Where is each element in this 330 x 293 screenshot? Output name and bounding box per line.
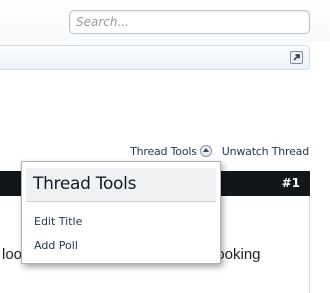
post-number[interactable]: #1 [282, 176, 300, 190]
thread-tools-button[interactable]: Thread Tools [130, 145, 212, 158]
menu-item-add-poll[interactable]: Add Poll [34, 239, 78, 252]
thread-tools-label: Thread Tools [130, 144, 197, 158]
search-input[interactable] [69, 10, 310, 34]
collapse-arrow-icon[interactable] [199, 145, 212, 157]
thread-tools-menu-header: Thread Tools [26, 168, 216, 202]
unwatch-thread-link[interactable]: Unwatch Thread [222, 145, 309, 158]
thread-tools-menu-title: Thread Tools [33, 174, 137, 194]
thread-tools-menu: Thread Tools Edit Title Add Poll [21, 161, 221, 264]
thread-controls: Thread Tools Unwatch Thread [130, 143, 309, 159]
menu-item-edit-title[interactable]: Edit Title [34, 215, 82, 228]
breadcrumb-bar [0, 45, 310, 70]
external-link-icon[interactable] [290, 51, 303, 64]
